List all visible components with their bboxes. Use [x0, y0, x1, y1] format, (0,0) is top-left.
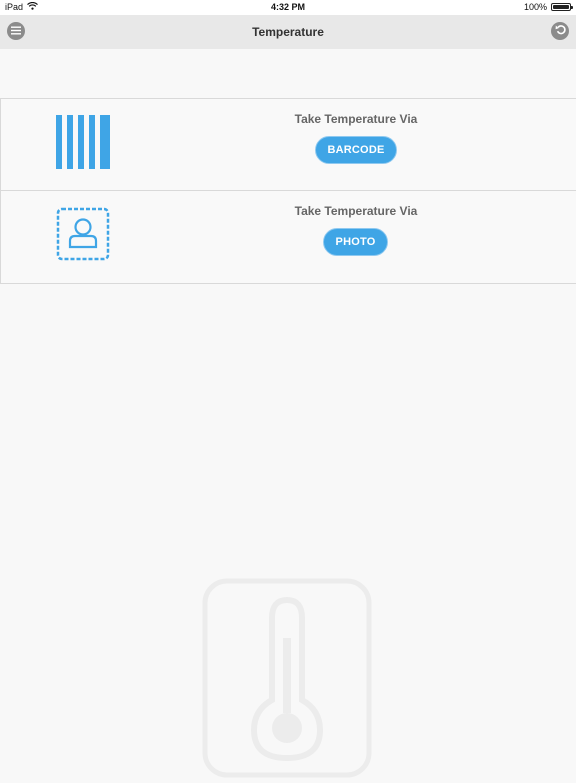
- status-right: 100%: [523, 2, 573, 12]
- battery-percent: 100%: [523, 2, 547, 12]
- page-title: Temperature: [252, 25, 324, 39]
- back-icon: [555, 22, 566, 40]
- photo-icon: [55, 206, 111, 262]
- list-item-photo: Take Temperature Via PHOTO: [0, 190, 576, 284]
- list-item-barcode: Take Temperature Via BARCODE: [0, 98, 576, 190]
- option-list: Take Temperature Via BARCODE Take Temper…: [0, 98, 576, 284]
- option-label: Take Temperature Via: [294, 204, 418, 218]
- photo-button[interactable]: PHOTO: [323, 228, 388, 256]
- nav-bar: Temperature: [0, 15, 576, 49]
- battery-icon: [551, 3, 573, 11]
- option-label: Take Temperature Via: [294, 112, 418, 126]
- barcode-button[interactable]: BARCODE: [315, 136, 397, 164]
- battery-fill: [553, 5, 569, 9]
- barcode-icon: [55, 114, 111, 170]
- status-bar: iPad 4:32 PM 100%: [0, 0, 576, 15]
- thermometer-icon: [202, 578, 372, 778]
- back-button[interactable]: [551, 22, 569, 40]
- status-time: 4:32 PM: [270, 2, 305, 12]
